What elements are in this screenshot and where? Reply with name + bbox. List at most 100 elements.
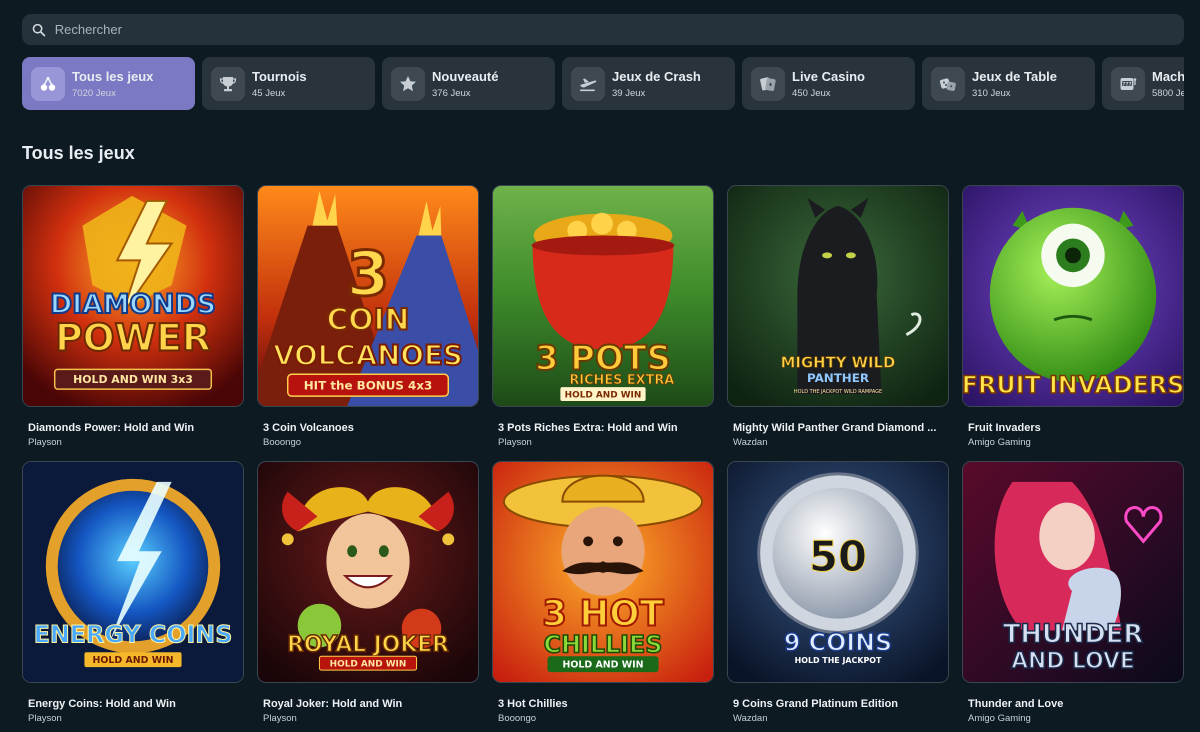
category-tab-all-games[interactable]: Tous les jeux 7020 Jeux bbox=[22, 57, 195, 110]
category-name: Jeux de Table bbox=[972, 68, 1058, 84]
game-art-subtitle: HOLD AND WIN bbox=[563, 660, 644, 671]
dice-icon bbox=[939, 77, 956, 91]
game-thumbnail[interactable]: ENERGY COINS HOLD AND WIN bbox=[22, 461, 244, 683]
game-art-title: 3 POTS bbox=[535, 338, 671, 377]
game-provider: Amigo Gaming bbox=[968, 713, 1031, 724]
category-name: Live Casino bbox=[792, 68, 865, 84]
game-card[interactable]: THUNDER AND LOVE Thunder and Love Amigo … bbox=[962, 461, 1184, 732]
game-title: 9 Coins Grand Platinum Edition bbox=[733, 698, 899, 710]
game-provider: Booongo bbox=[498, 713, 537, 724]
game-art-subtitle: HOLD AND WIN bbox=[565, 391, 642, 401]
game-artwork: 50 9 COINS HOLD THE JACKPOT bbox=[728, 462, 948, 682]
game-art-subtitle: HOLD AND WIN bbox=[330, 660, 407, 670]
game-art-title: 50 bbox=[809, 532, 867, 581]
game-thumbnail[interactable]: THUNDER AND LOVE bbox=[962, 461, 1184, 683]
category-tab-live-casino[interactable]: Live Casino 450 Jeux bbox=[742, 57, 915, 110]
trophy-icon bbox=[219, 76, 237, 91]
category-name: Tous les jeux bbox=[72, 68, 154, 84]
game-card[interactable]: 50 9 COINS HOLD THE JACKPOT 9 Coins Gran… bbox=[727, 461, 949, 732]
game-art-title: VOLCANOES bbox=[273, 338, 463, 371]
slot-machine-icon: 777 bbox=[1120, 77, 1137, 90]
airplane-icon bbox=[580, 78, 597, 91]
game-thumbnail[interactable]: 50 9 COINS HOLD THE JACKPOT bbox=[727, 461, 949, 683]
game-artwork: FRUIT INVADERS bbox=[963, 186, 1183, 406]
game-card[interactable]: MIGHTY WILD PANTHER HOLD THE JACKPOT WIL… bbox=[727, 185, 949, 461]
game-card[interactable]: DIAMONDS POWER HOLD AND WIN 3x3 Diamonds… bbox=[22, 185, 244, 461]
cards-icon bbox=[760, 76, 776, 91]
game-provider: Playson bbox=[28, 713, 62, 724]
game-thumbnail[interactable]: MIGHTY WILD PANTHER HOLD THE JACKPOT WIL… bbox=[727, 185, 949, 407]
game-artwork: MIGHTY WILD PANTHER HOLD THE JACKPOT WIL… bbox=[728, 186, 948, 406]
game-art-title: FRUIT INVADERS bbox=[963, 371, 1183, 399]
category-count: 45 Jeux bbox=[252, 87, 286, 99]
game-provider: Booongo bbox=[263, 437, 302, 448]
game-title: Fruit Invaders bbox=[968, 422, 1041, 434]
star-icon bbox=[400, 75, 416, 91]
cherries-icon bbox=[40, 76, 56, 91]
game-art-title: AND LOVE bbox=[1011, 649, 1135, 674]
game-grid: DIAMONDS POWER HOLD AND WIN 3x3 Diamonds… bbox=[22, 185, 1184, 732]
game-title: 3 Pots Riches Extra: Hold and Win bbox=[498, 422, 678, 434]
category-name: Machines bbox=[1152, 68, 1184, 84]
category-count: 450 Jeux bbox=[792, 87, 831, 99]
game-card[interactable]: ENERGY COINS HOLD AND WIN Energy Coins: … bbox=[22, 461, 244, 732]
game-provider: Playson bbox=[28, 437, 62, 448]
game-provider: Playson bbox=[498, 437, 532, 448]
category-tab-crash-games[interactable]: Jeux de Crash 39 Jeux bbox=[562, 57, 735, 110]
game-art-title: ROYAL JOKER bbox=[287, 632, 449, 657]
game-art-title: CHILLIES bbox=[544, 630, 663, 658]
game-card[interactable]: 3 POTS RICHES EXTRA HOLD AND WIN 3 Pots … bbox=[492, 185, 714, 461]
category-tab-new[interactable]: Nouveauté 376 Jeux bbox=[382, 57, 555, 110]
game-art-title: 9 COINS bbox=[784, 628, 892, 656]
game-provider: Amigo Gaming bbox=[968, 437, 1031, 448]
category-tab-table-games[interactable]: Jeux de Table 310 Jeux bbox=[922, 57, 1095, 110]
game-title: Energy Coins: Hold and Win bbox=[28, 698, 176, 710]
game-art-title: COIN bbox=[326, 303, 409, 338]
game-art-title: PANTHER bbox=[807, 371, 869, 385]
game-artwork: DIAMONDS POWER HOLD AND WIN 3x3 bbox=[23, 186, 243, 406]
game-card[interactable]: ROYAL JOKER HOLD AND WIN Royal Joker: Ho… bbox=[257, 461, 479, 732]
game-title: 3 Coin Volcanoes bbox=[263, 422, 354, 434]
game-card[interactable]: 3 HOT CHILLIES HOLD AND WIN 3 Hot Chilli… bbox=[492, 461, 714, 732]
game-artwork: 3 HOT CHILLIES HOLD AND WIN bbox=[493, 462, 713, 682]
game-title: Royal Joker: Hold and Win bbox=[263, 698, 403, 710]
search-input[interactable] bbox=[54, 22, 1184, 37]
category-count: 310 Jeux bbox=[972, 87, 1011, 99]
category-name: Jeux de Crash bbox=[612, 68, 701, 84]
game-art-title: 3 bbox=[347, 239, 390, 310]
category-count: 7020 Jeux bbox=[72, 87, 116, 99]
game-provider: Wazdan bbox=[733, 437, 768, 448]
game-card[interactable]: FRUIT INVADERS Fruit Invaders Amigo Gami… bbox=[962, 185, 1184, 461]
game-art-subtitle: HOLD AND WIN 3x3 bbox=[73, 373, 193, 386]
game-card[interactable]: 3 COIN VOLCANOES HIT the BONUS 4x3 3 Coi… bbox=[257, 185, 479, 461]
game-thumbnail[interactable]: FRUIT INVADERS bbox=[962, 185, 1184, 407]
svg-text:777: 777 bbox=[1122, 81, 1131, 87]
game-title: Diamonds Power: Hold and Win bbox=[28, 422, 195, 434]
game-art-subtitle: HOLD THE JACKPOT bbox=[795, 656, 882, 665]
game-artwork: ENERGY COINS HOLD AND WIN bbox=[23, 462, 243, 682]
game-provider: Playson bbox=[263, 713, 297, 724]
game-art-title: ENERGY COINS bbox=[34, 620, 233, 648]
game-art-subtitle: HOLD THE JACKPOT WILD RAMPAGE bbox=[794, 389, 882, 395]
game-art-subtitle: HIT the BONUS 4x3 bbox=[304, 379, 433, 393]
category-tab-tournaments[interactable]: Tournois 45 Jeux bbox=[202, 57, 375, 110]
search-icon bbox=[32, 23, 46, 36]
category-count: 376 Jeux bbox=[432, 87, 471, 99]
game-title: 3 Hot Chillies bbox=[498, 698, 568, 710]
game-thumbnail[interactable]: 3 HOT CHILLIES HOLD AND WIN bbox=[492, 461, 714, 683]
game-art-title: MIGHTY WILD bbox=[781, 353, 896, 371]
game-artwork: THUNDER AND LOVE bbox=[963, 462, 1183, 682]
game-art-title: POWER bbox=[55, 316, 211, 360]
search-bar[interactable] bbox=[22, 14, 1184, 45]
game-thumbnail[interactable]: 3 POTS RICHES EXTRA HOLD AND WIN bbox=[492, 185, 714, 407]
category-count: 39 Jeux bbox=[612, 87, 646, 99]
category-tab-slot-machines[interactable]: 777 Machines 5800 Jeux bbox=[1102, 57, 1184, 110]
game-art-title: 3 HOT bbox=[542, 594, 664, 635]
game-thumbnail[interactable]: DIAMONDS POWER HOLD AND WIN 3x3 bbox=[22, 185, 244, 407]
game-art-title: THUNDER bbox=[1003, 619, 1144, 649]
category-tabs: Tous les jeux 7020 Jeux Tournois 45 Jeux… bbox=[22, 57, 1184, 110]
category-name: Nouveauté bbox=[432, 68, 499, 84]
game-thumbnail[interactable]: 3 COIN VOLCANOES HIT the BONUS 4x3 bbox=[257, 185, 479, 407]
game-thumbnail[interactable]: ROYAL JOKER HOLD AND WIN bbox=[257, 461, 479, 683]
game-artwork: 3 COIN VOLCANOES HIT the BONUS 4x3 bbox=[258, 186, 478, 406]
